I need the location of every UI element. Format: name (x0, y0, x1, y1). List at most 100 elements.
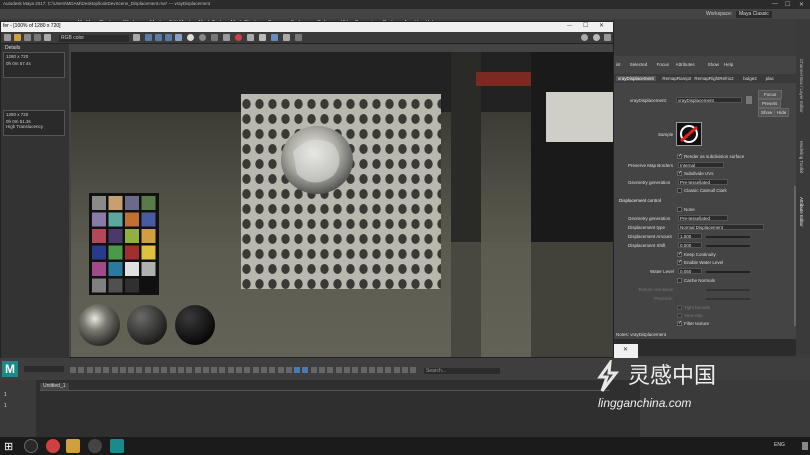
shelf-tool-icon[interactable] (302, 367, 309, 373)
shelf-tool-icon[interactable] (161, 367, 168, 373)
preserve-map-borders-select[interactable]: Internal (678, 162, 724, 168)
ae-menu-help[interactable]: Help (724, 62, 733, 67)
shelf-tool-icon[interactable] (335, 367, 342, 373)
dialog-close-icon[interactable]: ✕ (623, 347, 628, 353)
history-entry-2[interactable]: 1280 x 720 0h 0m 51.3s High Translucency (3, 110, 65, 136)
channel-g-icon[interactable] (155, 34, 162, 41)
render-subdiv-checkbox[interactable] (677, 153, 682, 159)
rv-minimize-icon[interactable]: — (567, 24, 572, 29)
notification-icon[interactable] (802, 442, 808, 450)
view-dep-checkbox[interactable] (677, 313, 682, 318)
filter-texture-checkbox[interactable] (677, 320, 682, 326)
shelf-tool-icon[interactable] (194, 367, 201, 373)
ae-menu-show[interactable]: Show (708, 62, 719, 67)
shelf-tool-icon[interactable] (252, 367, 259, 373)
history-entry-1[interactable]: 1280 x 720 0h 0m 57.4s (3, 52, 65, 78)
close-icon[interactable]: ✕ (799, 1, 804, 8)
ipr-icon[interactable] (14, 34, 21, 41)
shelf-tool-icon[interactable] (352, 367, 359, 373)
shelf-tool-icon[interactable] (78, 367, 85, 373)
ae-tab-plac[interactable]: plac (766, 76, 774, 81)
snapshot-icon[interactable] (24, 34, 31, 41)
pin-icon[interactable] (295, 34, 302, 41)
render-icon[interactable] (4, 34, 11, 41)
region-icon[interactable] (211, 34, 218, 41)
shelf-tool-icon[interactable] (219, 367, 226, 373)
water-level-field[interactable]: 0.050 (678, 268, 702, 274)
workspace-select[interactable]: Maya Classic (736, 11, 772, 18)
texture-resolution-slider[interactable] (706, 289, 750, 291)
explorer-icon[interactable] (66, 439, 80, 453)
shelf-tool-icon[interactable] (186, 367, 193, 373)
focus-button[interactable]: Focus (758, 90, 783, 99)
settings-icon[interactable] (283, 34, 290, 41)
hide-button[interactable]: Hide (774, 108, 790, 117)
ae-tab-vraydisplacement[interactable]: vrayDisplacement (616, 76, 656, 81)
sample-swatch[interactable] (676, 122, 702, 146)
shelf-tool-icon[interactable] (402, 367, 408, 373)
tight-bounds-checkbox[interactable] (677, 305, 682, 310)
history-icon[interactable] (247, 34, 254, 41)
tab-modeling-toolkit[interactable]: Modeling Toolkit (799, 141, 804, 173)
rv-close-icon[interactable]: ✕ (599, 23, 604, 29)
compare-icon[interactable] (223, 34, 230, 41)
displacement-shift-slider[interactable] (706, 245, 750, 247)
shelf-tool-icon[interactable] (385, 367, 392, 373)
shelf-tool-icon[interactable] (310, 367, 317, 373)
channel-select[interactable]: RGB color (59, 35, 129, 42)
ae-tab-remapramp2[interactable]: RemapRamp2 (662, 76, 691, 81)
notes-field[interactable] (614, 339, 796, 356)
ae-tab-bulge2[interactable]: bulge2 (743, 76, 757, 81)
displacement-type-select[interactable]: Normal Displacement (678, 224, 764, 230)
classic-catmull-checkbox[interactable] (677, 188, 682, 193)
ae-menu-ist[interactable]: ist (616, 62, 621, 67)
channel-r-icon[interactable] (145, 34, 152, 41)
shelf-tool-icon[interactable] (410, 367, 417, 373)
shelf-tool-icon[interactable] (169, 367, 176, 373)
displacement-shift-field[interactable]: 0.000 (678, 242, 702, 248)
shelf-tool-icon[interactable] (260, 367, 267, 373)
language-indicator[interactable]: ENG (774, 443, 785, 448)
tab-channel-box[interactable]: Channel Box / Layer Editor (799, 59, 804, 113)
search-field[interactable]: Search... (424, 368, 500, 374)
shelf-tool-icon[interactable] (285, 367, 292, 373)
ae-menu-attributes[interactable]: Attributes (676, 62, 695, 67)
channel-b-icon[interactable] (165, 34, 172, 41)
rv-maximize-icon[interactable]: ☐ (583, 23, 588, 29)
sphere-icon[interactable] (187, 34, 194, 41)
shelf-tool-icon[interactable] (227, 367, 234, 373)
stop-icon[interactable] (235, 34, 242, 41)
show-button[interactable]: Show (758, 108, 776, 117)
displacement-control-header[interactable]: Displacement control (619, 198, 661, 203)
shelf-tool-icon[interactable] (393, 367, 400, 373)
fit-icon[interactable] (593, 34, 600, 41)
options-icon[interactable] (604, 34, 611, 41)
enable-water-level-checkbox[interactable] (677, 259, 682, 265)
shelf-tool-icon[interactable] (377, 367, 384, 373)
cache-normals-checkbox[interactable] (677, 278, 682, 283)
shelf-tool-icon[interactable] (277, 367, 284, 373)
ae-menu-focus[interactable]: Focus (657, 62, 669, 67)
render-image[interactable] (71, 52, 613, 357)
shelf-tool-icon[interactable] (111, 367, 118, 373)
shelf-tool-icon[interactable] (202, 367, 209, 373)
dropdown-icon[interactable] (133, 34, 140, 41)
shelf-tool-icon[interactable] (211, 367, 218, 373)
cortana-icon[interactable] (24, 439, 38, 453)
chrome-icon[interactable] (46, 439, 60, 453)
shelf-tool-icon[interactable] (319, 367, 325, 373)
shelf-tool-icon[interactable] (119, 367, 126, 373)
current-frame[interactable]: 1 (4, 404, 7, 409)
displacement-amount-slider[interactable] (706, 236, 750, 238)
shelf-tool-icon[interactable] (177, 367, 184, 373)
grid-icon[interactable] (259, 34, 266, 41)
maximize-icon[interactable]: ☐ (785, 1, 790, 8)
shelf-tool-icon[interactable] (136, 367, 143, 373)
lens-icon[interactable] (199, 34, 206, 41)
shelf-tool-icon[interactable] (236, 367, 242, 373)
save-icon[interactable] (44, 34, 51, 41)
shelf-tool-icon[interactable] (94, 367, 101, 373)
mode-select[interactable] (24, 366, 64, 372)
lut-icon[interactable] (271, 34, 278, 41)
shelf-tool-icon[interactable] (294, 367, 301, 373)
